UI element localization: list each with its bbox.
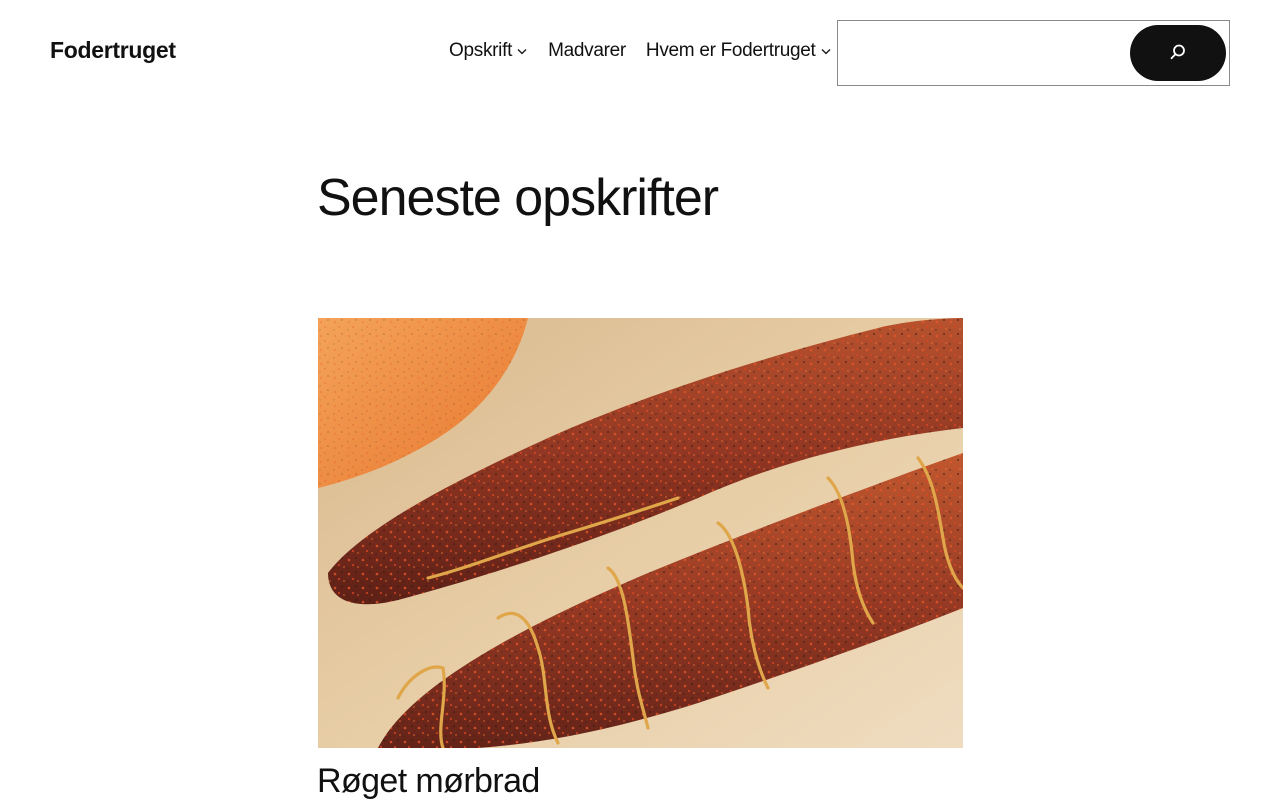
page-title: Seneste opskrifter [317,169,719,227]
smoked-tenderloin-photo [318,318,963,748]
nav-item-label: Opskrift [449,40,513,61]
nav-item-hvem-er-fodertruget[interactable]: Hvem er Fodertruget [646,40,832,62]
post-featured-image[interactable] [318,318,963,748]
search-icon [1169,43,1187,64]
search-input[interactable] [838,21,1118,85]
nav-item-opskrift[interactable]: Opskrift [449,40,528,62]
site-title-link[interactable]: Fodertruget [50,37,176,64]
nav-item-label: Hvem er Fodertruget [645,40,816,61]
main-navigation: Opskrift Madvarer Hvem er Fodertruget [449,40,832,62]
site-header: Fodertruget Opskrift Madvarer Hvem er Fo… [0,0,1280,106]
nav-item-madvarer[interactable]: Madvarer [548,40,626,62]
chevron-down-icon[interactable] [516,45,528,57]
chevron-down-icon[interactable] [820,45,832,57]
search-button[interactable] [1130,25,1226,81]
nav-item-label: Madvarer [548,40,626,61]
post-title-link[interactable]: Røget mørbrad [317,762,540,801]
search-form [837,20,1230,86]
